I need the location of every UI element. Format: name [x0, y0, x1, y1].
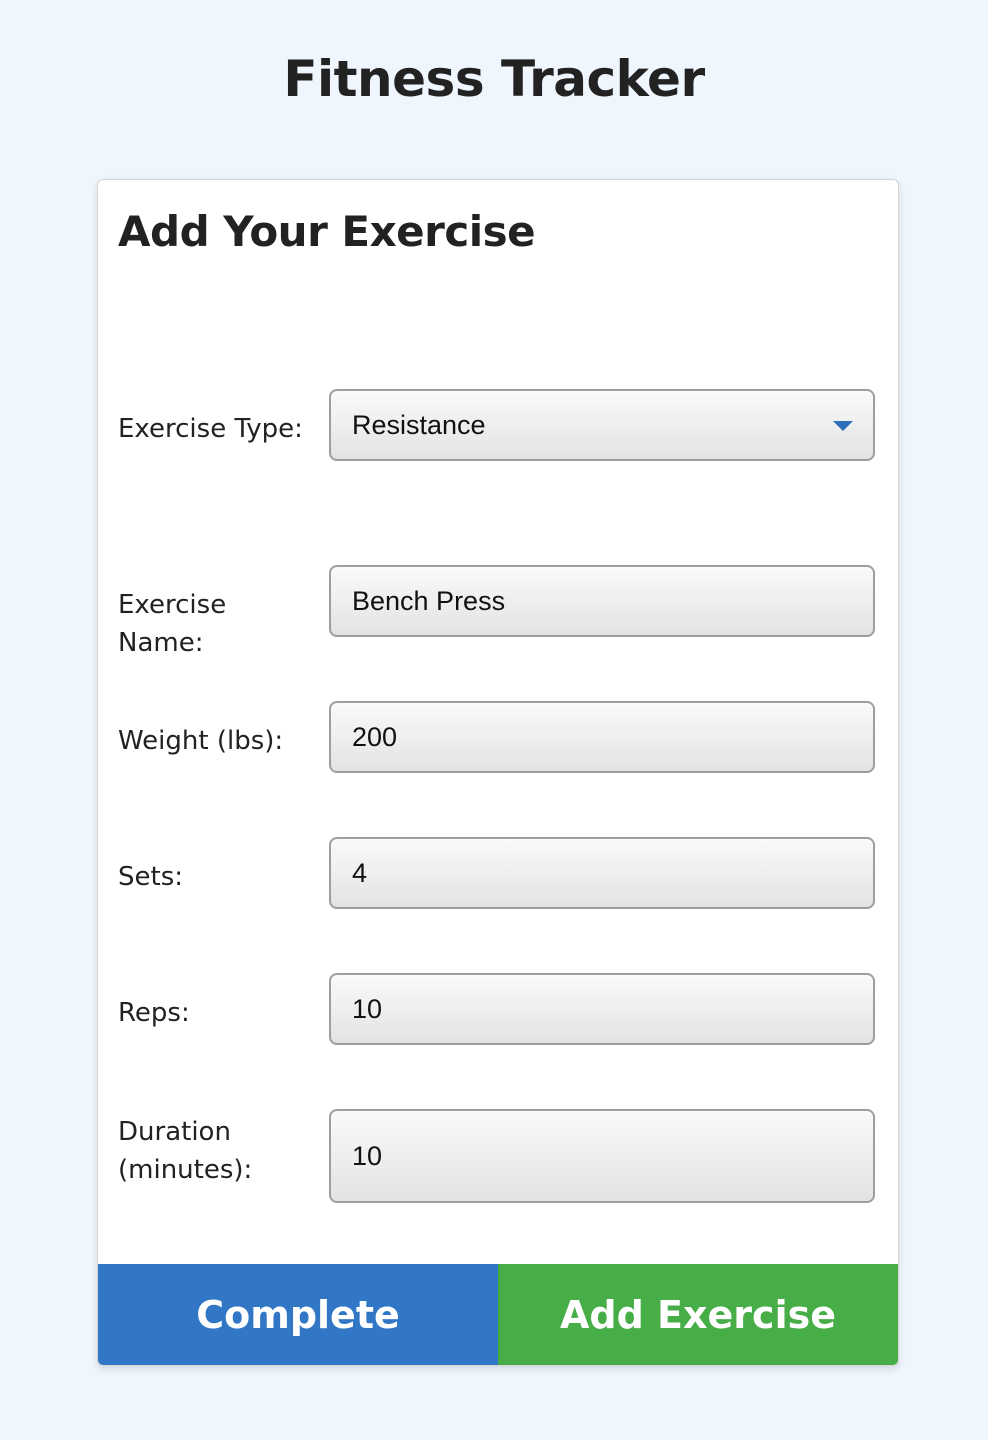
duration-label-line1: Duration — [118, 1117, 231, 1147]
exercise-form-card: Add Your Exercise Exercise Type: Resista… — [97, 179, 899, 1366]
reps-input[interactable] — [329, 973, 875, 1045]
page-title: Fitness Tracker — [283, 50, 705, 108]
exercise-type-select[interactable]: Resistance — [329, 389, 875, 461]
weight-input[interactable] — [329, 701, 875, 773]
sets-input[interactable] — [329, 837, 875, 909]
duration-input[interactable] — [329, 1109, 875, 1203]
exercise-name-label: Exercise Name: — [118, 590, 227, 658]
form-actions: Complete Add Exercise — [98, 1264, 898, 1365]
complete-button[interactable]: Complete — [98, 1264, 498, 1365]
exercise-type-value: Resistance — [352, 409, 486, 440]
add-exercise-button[interactable]: Add Exercise — [498, 1264, 898, 1365]
form-title: Add Your Exercise — [118, 207, 536, 256]
duration-label: Duration (minutes): — [118, 1113, 318, 1189]
chevron-down-icon — [833, 421, 853, 431]
duration-label-line2: (minutes): — [118, 1155, 253, 1185]
sets-label: Sets: — [118, 862, 183, 892]
weight-label: Weight (lbs): — [118, 726, 284, 756]
exercise-type-label: Exercise Type: — [118, 414, 303, 444]
reps-label: Reps: — [118, 998, 190, 1028]
exercise-name-input[interactable] — [329, 565, 875, 637]
